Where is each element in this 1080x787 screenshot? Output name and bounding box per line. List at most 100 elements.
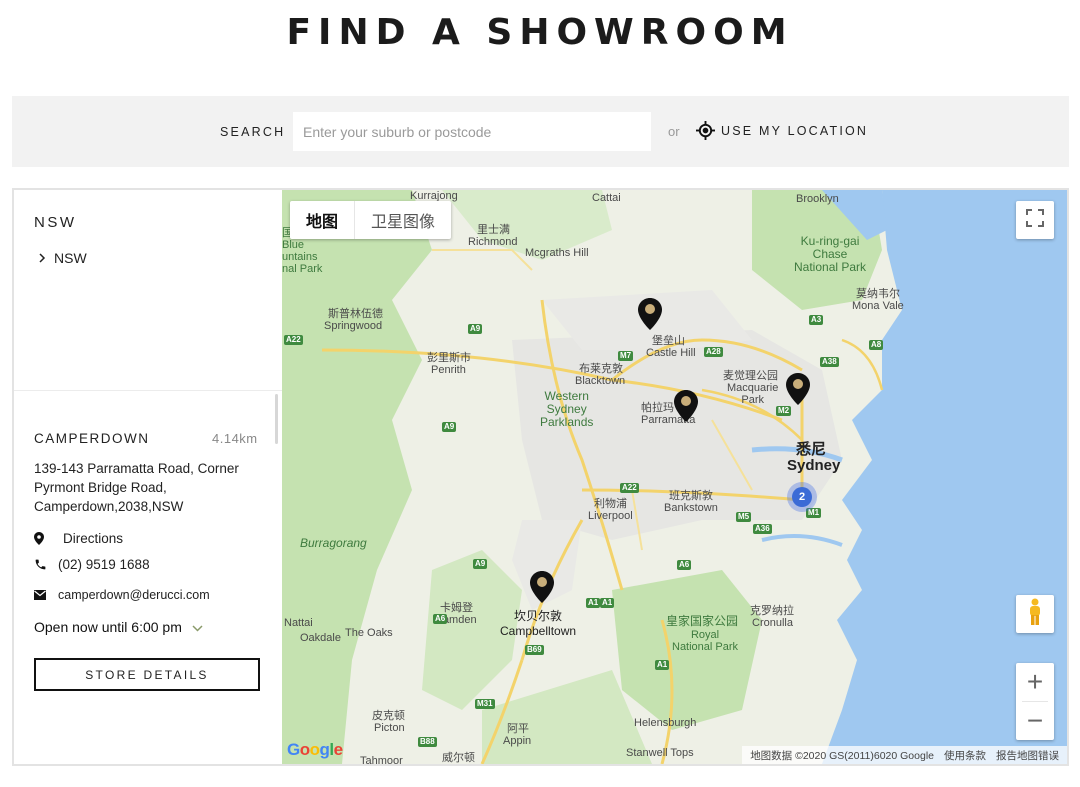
map-label-liverpool: Liverpool — [588, 510, 633, 522]
road-shield: A1 — [600, 598, 615, 608]
map-label-appin: Appin — [503, 735, 532, 747]
use-my-location-button[interactable]: USE MY LOCATION — [696, 121, 868, 140]
envelope-icon — [34, 590, 58, 600]
store-details-button[interactable]: STORE DETAILS — [34, 658, 260, 691]
store-address: 139-143 Parramatta Road, Corner Pyrmont … — [34, 461, 239, 514]
region-item-nsw[interactable]: NSW — [38, 250, 87, 266]
map-label-macquarie-park-cn: 麦觉理公园 — [723, 370, 778, 382]
map-view[interactable]: Kurrajong Cattai Brooklyn 里士满 Richmond M… — [282, 190, 1067, 764]
map-label-cattai: Cattai — [592, 192, 621, 204]
use-my-location-label: USE MY LOCATION — [721, 123, 869, 138]
store-pin[interactable] — [786, 373, 810, 405]
road-shield: B69 — [525, 645, 544, 655]
search-bar: SEARCH or USE MY LOCATION — [12, 96, 1069, 167]
map-label-campbelltown-cn: 坎贝尔敦 — [514, 609, 563, 623]
road-shield: A3 — [809, 315, 824, 325]
sidebar-divider — [14, 390, 282, 391]
road-shield: A22 — [284, 335, 303, 345]
showroom-panel: NSW NSW CAMPERDOWN 4.14km 139-143 Parram… — [12, 188, 1069, 766]
email-address: camperdown@derucci.com — [58, 588, 210, 602]
map-label-appin-cn: 阿平 — [507, 723, 529, 735]
map-label-western-sydney-parklands: Western Sydney Parklands — [540, 389, 594, 429]
map-label-nattai: Nattai — [284, 617, 313, 629]
tab-map[interactable]: 地图 — [290, 201, 356, 239]
map-label-penrith-cn: 彭里斯市 — [427, 352, 471, 364]
road-shield: A9 — [442, 422, 457, 432]
street-view-button[interactable] — [1016, 595, 1054, 633]
road-shield: A38 — [820, 357, 839, 367]
road-shield: M5 — [736, 512, 752, 522]
chevron-down-icon — [192, 619, 203, 635]
map-label-mona-vale-cn: 莫纳韦尔 — [856, 288, 900, 300]
map-label-blacktown-cn: 布莱克敦 — [579, 363, 623, 375]
fullscreen-button[interactable] — [1016, 201, 1054, 239]
road-shield: A1 — [655, 660, 670, 670]
map-data-credit: 地图数据 ©2020 GS(2011)6020 Google — [750, 749, 934, 762]
zoom-control: + − — [1016, 663, 1054, 740]
report-map-error-link[interactable]: 报告地图错误 — [996, 748, 1059, 763]
store-pin[interactable] — [638, 298, 662, 330]
map-label-parramatta-cn: 帕拉玛 — [641, 402, 674, 414]
road-shield: M31 — [475, 699, 495, 709]
chevron-right-icon — [38, 250, 46, 266]
road-shield: A22 — [620, 483, 639, 493]
or-text: or — [668, 124, 680, 139]
phone-icon — [34, 558, 58, 571]
map-label-royal-np-cn: 皇家国家公园 — [666, 614, 739, 628]
store-pin[interactable] — [674, 390, 698, 422]
road-shield: B88 — [418, 737, 437, 747]
map-label-picton-cn: 皮克顿 — [372, 710, 405, 722]
road-shield: M7 — [618, 351, 634, 361]
map-label-penrith: Penrith — [431, 364, 466, 376]
road-shield: A9 — [473, 559, 488, 569]
map-label-mona-vale: Mona Vale — [852, 300, 904, 312]
map-label-kuringgai: Ku-ring-gai Chase National Park — [794, 234, 867, 274]
map-label-helensburgh: Helensburgh — [634, 717, 697, 729]
pegman-icon — [1027, 598, 1043, 631]
map-label-the-oaks: The Oaks — [345, 627, 393, 639]
road-shield: M2 — [776, 406, 792, 416]
store-sidebar: NSW NSW CAMPERDOWN 4.14km 139-143 Parram… — [14, 190, 282, 764]
road-shield: A8 — [869, 340, 884, 350]
map-label-sydney-cn: 悉尼 — [796, 441, 827, 458]
map-label-royal-np: Royal National Park — [672, 629, 739, 653]
map-label-richmond: Richmond — [468, 236, 518, 248]
terms-of-use-link[interactable]: 使用条款 — [944, 748, 986, 763]
map-attribution: 地图数据 ©2020 GS(2011)6020 Google 使用条款 报告地图… — [742, 746, 1067, 764]
store-name: CAMPERDOWN — [34, 431, 150, 446]
road-shield: A6 — [677, 560, 692, 570]
road-shield: A36 — [753, 524, 772, 534]
search-input[interactable] — [293, 112, 651, 151]
map-label-oakdale: Oakdale — [300, 632, 341, 644]
phone-link[interactable]: (02) 9519 1688 — [34, 557, 150, 572]
sidebar-scrollbar[interactable] — [275, 394, 278, 444]
directions-link[interactable]: Directions — [34, 531, 123, 546]
map-label-richmond-cn: 里士满 — [477, 224, 510, 236]
map-label-sydney: Sydney — [787, 457, 841, 474]
map-label-brooklyn: Brooklyn — [796, 193, 839, 205]
map-label-picton: Picton — [374, 722, 405, 734]
map-label-bankstown-cn: 班克斯敦 — [669, 490, 713, 502]
phone-number: (02) 9519 1688 — [58, 557, 150, 572]
map-label-cronulla-cn: 克罗纳拉 — [750, 605, 794, 617]
google-logo: Google — [287, 740, 343, 759]
map-label-blacktown: Blacktown — [575, 375, 626, 387]
road-shield: A6 — [433, 614, 448, 624]
map-label-tahmoor: Tahmoor — [360, 755, 403, 764]
map-label-cronulla: Cronulla — [752, 617, 793, 629]
page-title: FIND A SHOWROOM — [286, 12, 794, 53]
pin-cluster[interactable]: 2 — [787, 482, 817, 512]
opening-hours: Open now until 6:00 pm — [34, 619, 182, 635]
map-label-wilton-cn: 威尔顿 — [442, 752, 475, 764]
map-label-camden-cn: 卡姆登 — [440, 602, 473, 614]
search-label: SEARCH — [220, 125, 286, 139]
opening-hours-toggle[interactable]: Open now until 6:00 pm — [34, 619, 203, 635]
zoom-in-button[interactable]: + — [1016, 663, 1054, 701]
tab-satellite[interactable]: 卫星图像 — [355, 201, 451, 239]
map-base — [282, 190, 1067, 764]
map-label-springwood: Springwood — [324, 320, 383, 332]
zoom-out-button[interactable]: − — [1016, 702, 1054, 740]
store-pin[interactable] — [530, 571, 554, 603]
map-label-bankstown: Bankstown — [664, 502, 718, 514]
email-link[interactable]: camperdown@derucci.com — [34, 588, 210, 602]
